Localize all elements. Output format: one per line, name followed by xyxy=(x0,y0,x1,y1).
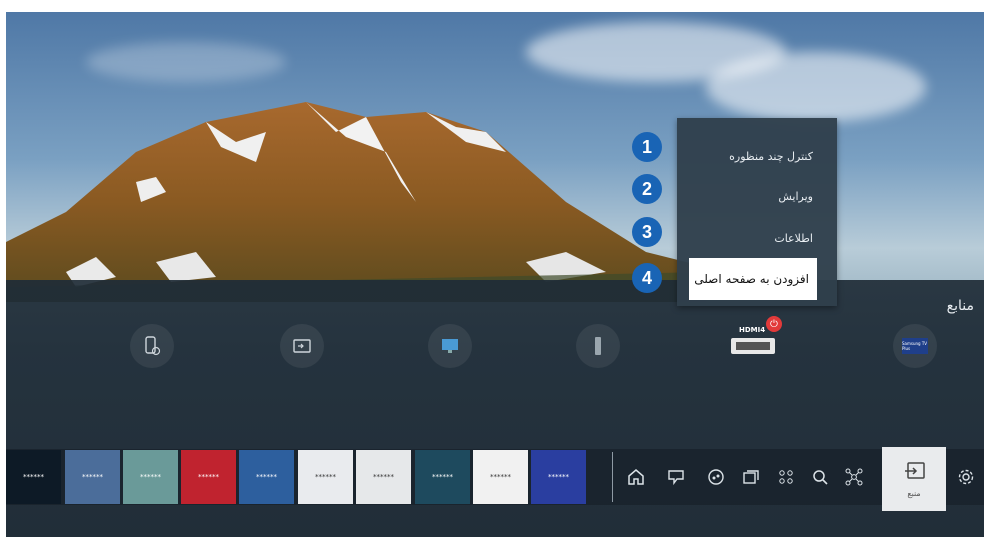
search-icon[interactable] xyxy=(810,467,830,487)
home-icon[interactable] xyxy=(626,467,646,487)
samsung-tv-plus-logo: Samsung TV Plus xyxy=(902,338,928,354)
settings-icon[interactable] xyxy=(956,467,976,487)
app-tile[interactable]: ****** xyxy=(123,450,178,504)
source-samsung-tv-plus-icon[interactable]: Samsung TV Plus xyxy=(893,324,937,368)
menu-item-add-to-home[interactable]: افزودن به صفحه اصلی xyxy=(689,258,817,300)
menu-item-edit[interactable]: ویرایش xyxy=(778,190,813,203)
menu-item-info[interactable]: اطلاعات xyxy=(774,232,813,245)
callout-number-1: 1 xyxy=(632,132,662,162)
app-tile[interactable]: ****** xyxy=(415,450,470,504)
ambient-icon[interactable] xyxy=(666,467,686,487)
source-remote-icon[interactable] xyxy=(130,324,174,368)
sources-title: منابع xyxy=(946,298,974,314)
hdmi-label: HDMI4 xyxy=(739,326,766,334)
app-tile[interactable]: ****** xyxy=(356,450,411,504)
power-icon: ⏻ xyxy=(766,316,782,332)
source-screen-mirroring-icon[interactable] xyxy=(280,324,324,368)
source-pc-icon[interactable] xyxy=(428,324,472,368)
callout-number-3: 3 xyxy=(632,217,662,247)
app-tile[interactable]: ****** xyxy=(6,450,61,504)
source-input-icon xyxy=(905,462,925,479)
menu-item-multi-control[interactable]: کنترل چند منظوره xyxy=(729,150,813,163)
app-tile[interactable]: ****** xyxy=(531,450,586,504)
tv-screen: منابع HDMI4 ⏻ Samsung TV Plus کنترل چند … xyxy=(6,12,984,537)
source-button-label: منبع xyxy=(907,489,921,498)
media-icon[interactable] xyxy=(741,467,761,487)
app-tile[interactable]: ****** xyxy=(239,450,294,504)
source-button[interactable]: منبع xyxy=(882,447,946,511)
cloud xyxy=(706,52,926,122)
smartthings-icon[interactable] xyxy=(844,467,864,487)
app-tile[interactable]: ****** xyxy=(65,450,120,504)
app-tile[interactable]: ****** xyxy=(181,450,236,504)
cloud xyxy=(86,42,286,82)
game-icon[interactable] xyxy=(706,467,726,487)
mountain-image xyxy=(6,102,706,302)
app-tile[interactable]: ****** xyxy=(473,450,528,504)
hdmi-port-icon[interactable] xyxy=(728,330,778,358)
context-menu: کنترل چند منظوره ویرایش اطلاعات افزودن ب… xyxy=(677,118,837,306)
source-usb-icon[interactable] xyxy=(576,324,620,368)
app-tile[interactable]: ****** xyxy=(298,450,353,504)
callout-number-2: 2 xyxy=(632,174,662,204)
callout-number-4: 4 xyxy=(632,263,662,293)
apps-icon[interactable] xyxy=(776,467,796,487)
bar-divider xyxy=(612,452,613,502)
